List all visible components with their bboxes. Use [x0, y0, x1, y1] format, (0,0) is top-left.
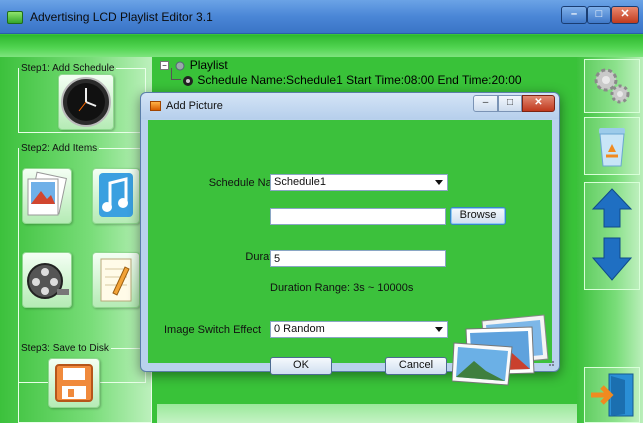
- dialog-maximize-button[interactable]: □: [498, 95, 522, 112]
- browse-button[interactable]: Browse: [450, 207, 506, 225]
- add-music-button[interactable]: [92, 168, 140, 224]
- music-icon: [99, 173, 133, 217]
- duration-input[interactable]: [270, 250, 446, 267]
- dialog-body: Schedule Name Schedule1 File Browse Dura…: [148, 120, 552, 386]
- tree-root-label: Playlist: [189, 58, 228, 72]
- clock-icon: [61, 77, 111, 127]
- add-schedule-button[interactable]: [58, 74, 114, 130]
- exit-button[interactable]: [584, 367, 640, 423]
- arrow-down-icon: [591, 237, 633, 281]
- picture-icon: [27, 171, 68, 216]
- header-band: [0, 35, 643, 57]
- arrow-up-icon: [591, 188, 633, 228]
- dialog-titlebar[interactable]: Add Picture – □ ✕: [141, 93, 559, 119]
- floppy-disk-icon: [55, 364, 93, 402]
- photo-stack-icon: [452, 314, 549, 386]
- dialog-title: Add Picture: [166, 100, 223, 112]
- close-button[interactable]: ✕: [611, 6, 639, 24]
- recycle-bin-icon: [599, 128, 625, 167]
- add-picture-button[interactable]: [22, 168, 72, 224]
- tree-schedule-node[interactable]: Schedule Name:Schedule1 Start Time:08:00…: [182, 73, 522, 87]
- schedule-node-label: Schedule Name:Schedule1 Start Time:08:00…: [197, 73, 522, 87]
- ok-button[interactable]: OK: [270, 357, 332, 375]
- add-picture-dialog[interactable]: Add Picture – □ ✕ Schedule Name Schedule…: [140, 92, 560, 386]
- app-icon: [7, 11, 23, 24]
- app-titlebar[interactable]: Advertising LCD Playlist Editor 3.1 – □ …: [0, 0, 643, 34]
- resize-grip-icon[interactable]: [546, 358, 555, 367]
- cancel-button[interactable]: Cancel: [385, 357, 447, 375]
- duration-range-hint: Duration Range: 3s ~ 10000s: [270, 282, 414, 294]
- step1-label: Step1: Add Schedule: [21, 63, 115, 74]
- save-to-disk-button[interactable]: [48, 358, 100, 408]
- film-reel-icon: [27, 263, 69, 299]
- exit-door-icon: [591, 373, 634, 417]
- collapse-icon[interactable]: −: [160, 61, 169, 71]
- schedule-name-select[interactable]: Schedule1: [270, 174, 448, 191]
- dialog-minimize-button[interactable]: –: [473, 95, 498, 112]
- image-switch-effect-label: Image Switch Effect: [164, 324, 262, 336]
- gear-icon: [594, 68, 630, 104]
- maximize-button[interactable]: □: [587, 6, 611, 24]
- image-switch-effect-select[interactable]: 0 Random: [270, 321, 448, 338]
- schedule-name-value: Schedule1: [274, 176, 326, 188]
- settings-button[interactable]: [584, 59, 640, 113]
- bottom-band: [157, 404, 577, 423]
- notepad-pencil-icon: [100, 258, 132, 302]
- gear-node-icon: [175, 61, 185, 71]
- film-node-icon: [183, 75, 193, 86]
- add-video-button[interactable]: [22, 252, 72, 308]
- dialog-close-button[interactable]: ✕: [522, 95, 555, 112]
- tree-connector: [171, 79, 181, 80]
- delete-button[interactable]: [584, 117, 640, 175]
- minimize-button[interactable]: –: [561, 6, 587, 24]
- move-down-button[interactable]: [584, 232, 640, 290]
- step2-label: Step2: Add Items: [21, 143, 98, 154]
- chevron-down-icon: [435, 180, 443, 185]
- file-input[interactable]: [270, 208, 446, 225]
- add-text-button[interactable]: [92, 252, 140, 308]
- dialog-app-icon: [150, 101, 161, 111]
- step3-label: Step3: Save to Disk: [21, 343, 109, 354]
- image-switch-effect-value: 0 Random: [274, 323, 325, 335]
- move-up-button[interactable]: [584, 182, 640, 232]
- chevron-down-icon: [435, 327, 443, 332]
- app-title: Advertising LCD Playlist Editor 3.1: [30, 10, 213, 24]
